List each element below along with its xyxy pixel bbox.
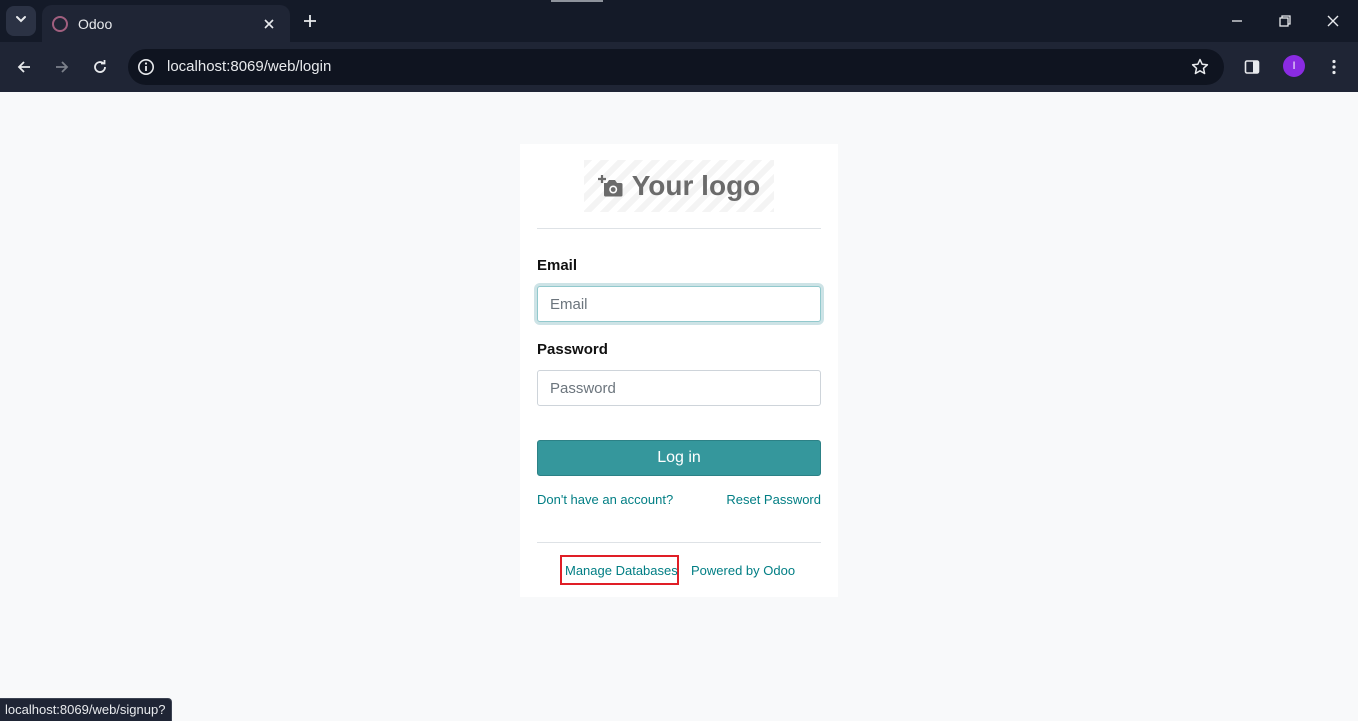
password-label: Password <box>537 341 608 358</box>
status-bar-url: localhost:8069/web/signup? <box>0 698 173 721</box>
add-photo-icon <box>597 175 623 197</box>
reload-button[interactable] <box>86 53 114 81</box>
url-text: localhost:8069/web/login <box>167 58 332 75</box>
tab-strip-indicator <box>551 0 603 2</box>
close-window-button[interactable] <box>1310 6 1356 36</box>
side-panel-button[interactable] <box>1238 53 1266 81</box>
site-info-icon[interactable] <box>136 57 156 77</box>
reload-icon <box>94 60 106 73</box>
tab-title: Odoo <box>78 15 113 32</box>
back-button[interactable] <box>10 53 38 81</box>
logo-text: Your logo <box>631 170 761 201</box>
browser-menu-button[interactable] <box>1320 53 1348 81</box>
plus-icon <box>304 15 316 27</box>
odoo-favicon-icon <box>52 15 68 32</box>
arrow-right-icon <box>56 61 69 73</box>
browser-tab[interactable]: Odoo <box>42 5 290 42</box>
email-field[interactable] <box>537 286 821 322</box>
close-icon <box>1327 15 1339 27</box>
restore-icon <box>1279 15 1291 27</box>
divider <box>537 542 821 543</box>
tab-strip: Odoo <box>0 0 1358 42</box>
more-vertical-icon <box>1332 59 1336 75</box>
new-tab-button[interactable] <box>298 9 322 33</box>
browser-toolbar: localhost:8069/web/login I <box>0 42 1358 92</box>
side-panel-icon <box>1244 60 1260 74</box>
bookmark-star-icon[interactable] <box>1190 57 1210 77</box>
powered-by-odoo-link[interactable]: Powered by Odoo <box>691 563 795 578</box>
arrow-left-icon <box>17 61 30 73</box>
email-label: Email <box>537 257 578 274</box>
reset-password-link[interactable]: Reset Password <box>726 492 821 507</box>
close-icon <box>264 18 274 29</box>
minimize-button[interactable] <box>1214 6 1260 36</box>
restore-button[interactable] <box>1262 6 1308 36</box>
forward-button[interactable] <box>48 53 76 81</box>
browser-chrome: Odoo localhost:8069/web/login I <box>0 0 1358 92</box>
chevron-down-icon <box>15 12 27 30</box>
company-logo: Your logo <box>584 160 774 212</box>
divider <box>537 228 821 229</box>
tab-search-button[interactable] <box>6 6 36 36</box>
minimize-icon <box>1232 20 1242 22</box>
login-card: Your logo Email Password Log in Don't ha… <box>520 144 838 597</box>
address-bar[interactable]: localhost:8069/web/login <box>128 49 1224 85</box>
close-tab-button[interactable] <box>260 15 278 33</box>
signup-link[interactable]: Don't have an account? <box>537 492 673 507</box>
profile-avatar[interactable]: I <box>1283 55 1305 77</box>
password-field[interactable] <box>537 370 821 406</box>
login-button[interactable]: Log in <box>537 440 821 476</box>
manage-databases-link[interactable]: Manage Databases <box>565 563 678 578</box>
